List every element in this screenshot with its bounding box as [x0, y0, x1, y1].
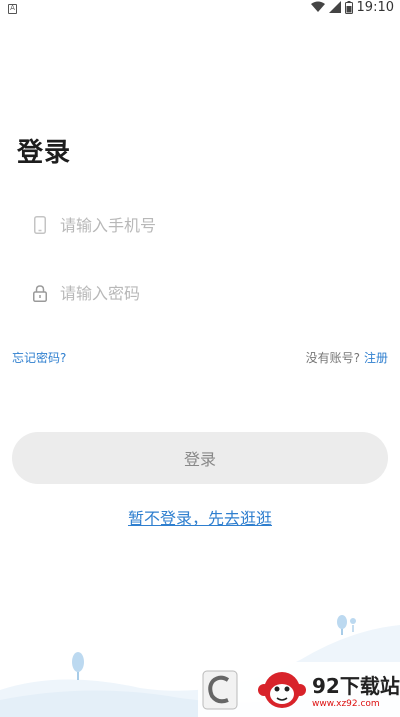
skip-login-link[interactable]: 暂不登录，先去逛逛 [120, 507, 280, 531]
watermark-url: www.xz92.com [312, 699, 380, 709]
status-indicators: 19:10 [310, 0, 394, 15]
password-field[interactable] [32, 278, 372, 308]
phone-icon [32, 214, 48, 236]
password-input[interactable] [60, 283, 340, 303]
wifi-icon [310, 1, 325, 12]
register-link[interactable]: 注册 [364, 351, 388, 365]
no-account-text: 没有账号? [305, 351, 360, 365]
watermark: 92下载站 www.xz92.com [198, 662, 400, 717]
status-time: 19:10 [356, 0, 394, 15]
watermark-name: 92下载站 [312, 674, 400, 698]
monkey-logo-icon [258, 671, 306, 708]
register-row: 没有账号? 注册 [306, 349, 388, 366]
tree-icon [337, 615, 356, 635]
watermark-text: 92下载站 www.xz92.com [312, 670, 400, 709]
notification-app-icon: A [8, 4, 17, 14]
c-logo-icon [202, 670, 238, 709]
page-title: 登录 [17, 138, 72, 168]
login-button[interactable]: 登录 [12, 432, 388, 484]
signal-icon [328, 1, 341, 13]
forgot-password-link[interactable]: 忘记密码? [12, 349, 66, 366]
phone-field[interactable] [32, 210, 372, 240]
status-bar: A 19:10 [0, 0, 400, 24]
phone-input[interactable] [60, 215, 340, 235]
battery-icon [344, 0, 353, 14]
tree-icon [72, 652, 84, 680]
lock-icon [32, 282, 48, 304]
